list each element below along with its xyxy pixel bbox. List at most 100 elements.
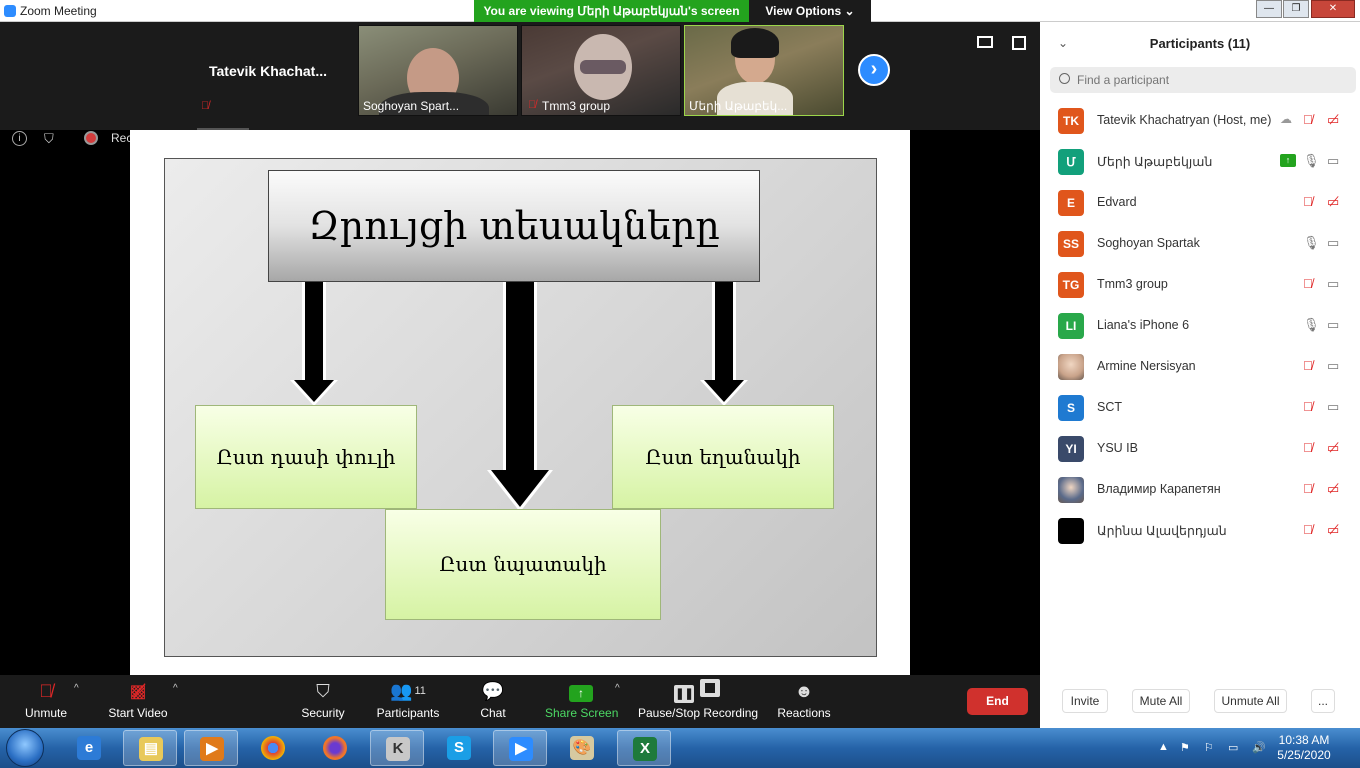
show-hidden-icons-icon[interactable]: ▲ (1158, 741, 1169, 753)
video-tile-soghoyan[interactable]: Soghoyan Spart... (358, 25, 518, 116)
participant-row[interactable]: Armine Nersisyan 🎙̸ ▭ (1040, 346, 1360, 387)
taskbar-app-zoom[interactable]: ▶ (493, 730, 547, 766)
arrow-center-head (491, 470, 549, 507)
pause-stop-icon: ❚❚ (638, 679, 756, 703)
taskbar-app-excel[interactable]: X (617, 730, 671, 766)
participant-row[interactable]: E Edvard 🎙̸ ▭̸ (1040, 182, 1360, 223)
camera-icon[interactable]: ▭ (1327, 153, 1339, 169)
end-meeting-button[interactable]: End (967, 688, 1028, 715)
view-options-label: View Options (765, 4, 842, 18)
participants-panel: ⌄ Participants (11) TKTatevik Khachatrya… (1040, 22, 1360, 728)
close-button[interactable]: ✕ (1311, 0, 1355, 18)
camera-off-icon[interactable]: ▭̸ (1327, 194, 1339, 210)
screen-sharing-icon: ↑ (1280, 154, 1296, 167)
video-options-caret-icon[interactable]: ^ (173, 683, 178, 694)
camera-icon[interactable]: ▭ (1327, 358, 1339, 374)
start-button[interactable] (6, 729, 44, 767)
participant-row[interactable]: TG Tmm3 group 🎙̸ ▭ (1040, 264, 1360, 305)
camera-icon[interactable]: ▭ (1327, 399, 1339, 415)
participant-row[interactable]: TK Tatevik Khachatryan (Host, me) ☁ 🎙̸ ▭̸ (1040, 100, 1360, 141)
taskbar-app-skype[interactable]: S (432, 730, 486, 766)
participant-name: SCT (1097, 400, 1122, 414)
mic-icon[interactable]: 🎙 (1303, 317, 1320, 333)
mic-icon[interactable]: 🎙 (1303, 235, 1320, 251)
camera-icon[interactable]: ▭ (1327, 235, 1339, 251)
unmute-all-button[interactable]: Unmute All (1214, 689, 1287, 713)
start-video-button[interactable]: ▩̸ Start Video (105, 679, 171, 720)
avatar: YI (1058, 436, 1084, 462)
camera-off-icon[interactable]: ▭̸ (1327, 481, 1339, 497)
slide-box-left: Ըստ դասի փուլի (195, 405, 417, 509)
participant-name: Tmm3 group (1097, 277, 1168, 291)
shield-icon[interactable]: ⛉ (44, 131, 54, 147)
taskbar-app-ie[interactable]: e (62, 730, 116, 766)
system-clock[interactable]: 10:38 AM 5/25/2020 (1272, 733, 1336, 763)
participant-row[interactable]: S SCT 🎙̸ ▭ (1040, 387, 1360, 428)
flag-icon[interactable]: ⚑ (1180, 741, 1190, 754)
start-video-label: Start Video (108, 706, 168, 720)
unmute-button[interactable]: 🎙̸ Unmute (20, 679, 72, 720)
camera-off-icon[interactable]: ▭̸ (1327, 522, 1339, 538)
participant-row[interactable]: LI Liana's iPhone 6 🎙 ▭ (1040, 305, 1360, 346)
mic-muted-icon[interactable]: 🎙̸ (1303, 358, 1313, 373)
participant-row[interactable]: YI YSU IB 🎙̸ ▭̸ (1040, 428, 1360, 469)
k-app-icon: K (386, 737, 410, 761)
arrow-center-shaft (503, 282, 537, 472)
video-tile-meri[interactable]: Մերի Աթաբեկ... (684, 25, 844, 116)
camera-icon[interactable]: ▭ (1327, 317, 1339, 333)
participants-count: 11 (414, 685, 426, 697)
restore-button[interactable]: ❐ (1283, 0, 1309, 18)
taskbar-app-explorer[interactable]: ▤ (123, 730, 177, 766)
taskbar-app-media-player[interactable]: ▶ (184, 730, 238, 766)
info-icon[interactable]: i (12, 131, 27, 146)
participant-row[interactable]: SS Soghoyan Spartak 🎙 ▭ (1040, 223, 1360, 264)
camera-icon[interactable]: ▭ (1327, 276, 1339, 292)
mic-muted-icon[interactable]: 🎙̸ (1303, 112, 1313, 127)
unmute-label: Unmute (24, 706, 68, 720)
next-page-arrow-icon[interactable]: › (858, 54, 890, 86)
participant-search[interactable] (1050, 67, 1356, 93)
mic-muted-icon[interactable]: 🎙̸ (1303, 399, 1313, 414)
mic-muted-icon[interactable]: 🎙̸ (1303, 440, 1313, 455)
mic-muted-icon[interactable]: 🎙̸ (1303, 522, 1313, 537)
mic-muted-icon[interactable]: 🎙̸ (1303, 276, 1313, 291)
taskbar-app-chrome[interactable] (246, 730, 300, 766)
mic-muted-icon[interactable]: 🎙̸ (1303, 194, 1313, 209)
taskbar-app-k-app[interactable]: K (370, 730, 424, 766)
video-tile-tmm3[interactable]: Tmm3 group 🎙̸ (521, 25, 681, 116)
security-button[interactable]: ⛉ Security (297, 679, 349, 720)
search-input[interactable] (1077, 71, 1347, 89)
minimize-button[interactable]: — (1256, 0, 1282, 18)
action-center-icon[interactable]: ⚐ (1204, 741, 1214, 754)
mic-muted-icon[interactable]: 🎙̸ (1303, 481, 1313, 496)
view-options-button[interactable]: View Options ⌄ (749, 0, 871, 22)
pause-stop-recording-button[interactable]: ❚❚ Pause/Stop Recording (638, 679, 758, 720)
participant-row[interactable]: Մ Մերի Աթաբեկյան ↑ 🎙 ▭ (1040, 141, 1360, 182)
more-button[interactable]: ... (1311, 689, 1335, 713)
participant-row[interactable]: Արինա Ալավերդյան 🎙̸ ▭̸ (1040, 510, 1360, 551)
cloud-recording-icon: ☁ (1280, 112, 1292, 126)
glasses-shape (580, 60, 626, 74)
participant-row[interactable]: Владимир Карапетян 🎙̸ ▭̸ (1040, 469, 1360, 510)
firefox-icon (323, 736, 347, 760)
share-screen-button[interactable]: ↑ Share Screen (545, 679, 618, 720)
participant-name: Արինա Ալավերդյան (1097, 524, 1227, 538)
fullscreen-icon[interactable] (1012, 36, 1026, 50)
video-tile-tatevik[interactable]: Tatevik Khachat... 🎙̸ (195, 25, 355, 116)
volume-icon[interactable]: 🔊 (1252, 741, 1266, 754)
invite-button[interactable]: Invite (1062, 689, 1108, 713)
camera-off-icon[interactable]: ▭̸ (1327, 112, 1339, 128)
mic-icon[interactable]: 🎙 (1303, 153, 1320, 169)
layout-icon[interactable] (977, 36, 993, 48)
participants-button[interactable]: 👥 11 Participants (374, 679, 442, 720)
camera-off-icon[interactable]: ▭̸ (1327, 440, 1339, 456)
mute-all-button[interactable]: Mute All (1132, 689, 1190, 713)
audio-options-caret-icon[interactable]: ^ (74, 683, 79, 694)
taskbar-app-paint[interactable]: 🎨 (555, 730, 609, 766)
network-icon[interactable]: ▭ (1228, 741, 1238, 754)
share-options-caret-icon[interactable]: ^ (615, 683, 620, 694)
chat-button[interactable]: 💬 Chat (475, 679, 511, 720)
avatar: E (1058, 190, 1084, 216)
taskbar-app-firefox[interactable] (308, 730, 362, 766)
reactions-button[interactable]: ☻ Reactions (776, 679, 832, 720)
